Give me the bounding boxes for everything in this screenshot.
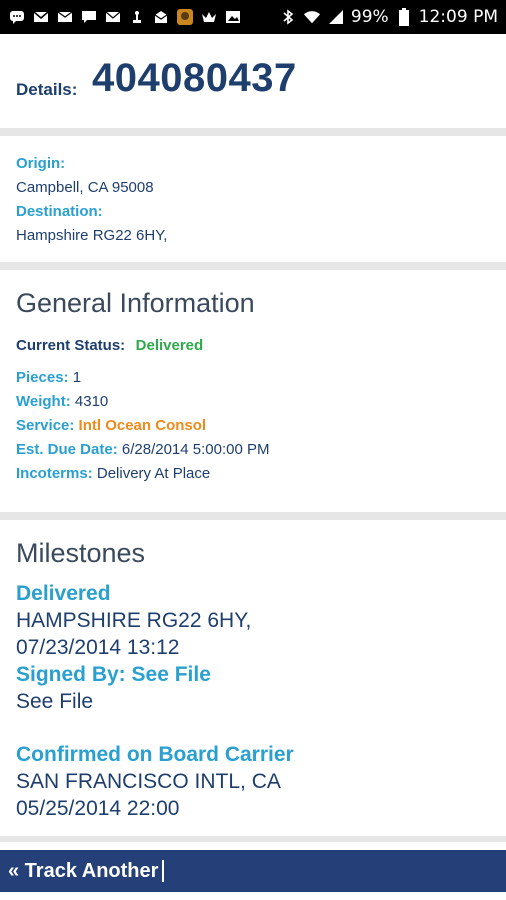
details-header: Details: 404080437 <box>0 34 506 128</box>
text-cursor <box>162 860 165 882</box>
signal-icon <box>327 9 345 25</box>
origin-value: Campbell, CA 95008 <box>16 179 154 196</box>
divider <box>0 128 506 136</box>
crown-icon <box>200 9 218 25</box>
route-section: Origin: Campbell, CA 95008 Destination: … <box>0 136 506 262</box>
messages-icon <box>8 9 26 25</box>
destination-label: Destination: <box>16 203 103 220</box>
milestone-item: Confirmed on Board Carrier SAN FRANCISCO… <box>16 741 490 822</box>
milestones-section: Milestones Delivered HAMPSHIRE RG22 6HY,… <box>0 520 506 836</box>
section-title: Milestones <box>16 538 146 568</box>
milestone-status: Delivered <box>16 582 111 605</box>
due-date-row: Est. Due Date: 6/28/2014 5:00:00 PM <box>16 438 490 462</box>
pieces-label: Pieces: <box>16 369 69 386</box>
signed-by-value: See File <box>16 690 94 713</box>
destination-value: Hampshire RG22 6HY, <box>16 227 168 244</box>
current-status-value: Delivered <box>135 337 204 354</box>
incoterms-value: Delivery At Place <box>96 465 211 482</box>
bluetooth-icon <box>279 9 297 25</box>
chat-icon <box>80 9 98 25</box>
origin-label: Origin: <box>16 155 66 172</box>
current-status-label: Current Status: <box>16 337 126 354</box>
inbox-icon <box>152 9 170 25</box>
notification-icons <box>8 9 242 25</box>
pieces-row: Pieces: 1 <box>16 366 490 390</box>
milestone-status: Confirmed on Board Carrier <box>16 743 294 766</box>
service-label: Service: <box>16 417 75 434</box>
service-value: Intl Ocean Consol <box>78 417 207 434</box>
weight-label: Weight: <box>16 393 71 410</box>
incoterms-label: Incoterms: <box>16 465 93 482</box>
tracking-number: 404080437 <box>92 56 297 100</box>
details-label: Details: <box>16 80 78 99</box>
track-another-button[interactable]: « Track Another <box>8 860 158 883</box>
avatar-icon <box>176 9 194 25</box>
weight-value: 4310 <box>74 393 109 410</box>
battery-icon <box>395 8 413 26</box>
system-indicators: 99% 12:09 PM <box>279 7 498 27</box>
current-status-row: Current Status: Delivered <box>16 334 490 358</box>
section-title: General Information <box>16 288 255 318</box>
wifi-icon <box>303 9 321 25</box>
milestone-item: Delivered HAMPSHIRE RG22 6HY, 07/23/2014… <box>16 580 490 715</box>
signed-by-label: Signed By: See File <box>16 663 211 686</box>
gmail-icon <box>32 9 50 25</box>
battery-percent: 99% <box>350 7 389 27</box>
status-bar: 99% 12:09 PM <box>0 0 506 34</box>
milestone-location: HAMPSHIRE RG22 6HY, <box>16 609 252 632</box>
milestone-datetime: 05/25/2014 22:00 <box>16 797 180 820</box>
general-information-section: General Information Current Status: Deli… <box>0 270 506 512</box>
usb-icon <box>128 9 146 25</box>
image-icon <box>224 9 242 25</box>
divider <box>0 512 506 520</box>
pieces-value: 1 <box>72 369 82 386</box>
milestone-location: SAN FRANCISCO INTL, CA <box>16 770 281 793</box>
bottom-action-bar: « Track Another <box>0 850 506 892</box>
email-icon <box>56 9 74 25</box>
service-row: Service: Intl Ocean Consol <box>16 414 490 438</box>
mail-icon <box>104 9 122 25</box>
incoterms-row: Incoterms: Delivery At Place <box>16 462 490 486</box>
milestone-datetime: 07/23/2014 13:12 <box>16 636 180 659</box>
divider <box>0 262 506 270</box>
divider <box>0 836 506 842</box>
weight-row: Weight: 4310 <box>16 390 490 414</box>
clock: 12:09 PM <box>418 7 498 27</box>
due-date-value: 6/28/2014 5:00:00 PM <box>121 441 270 458</box>
due-date-label: Est. Due Date: <box>16 441 118 458</box>
